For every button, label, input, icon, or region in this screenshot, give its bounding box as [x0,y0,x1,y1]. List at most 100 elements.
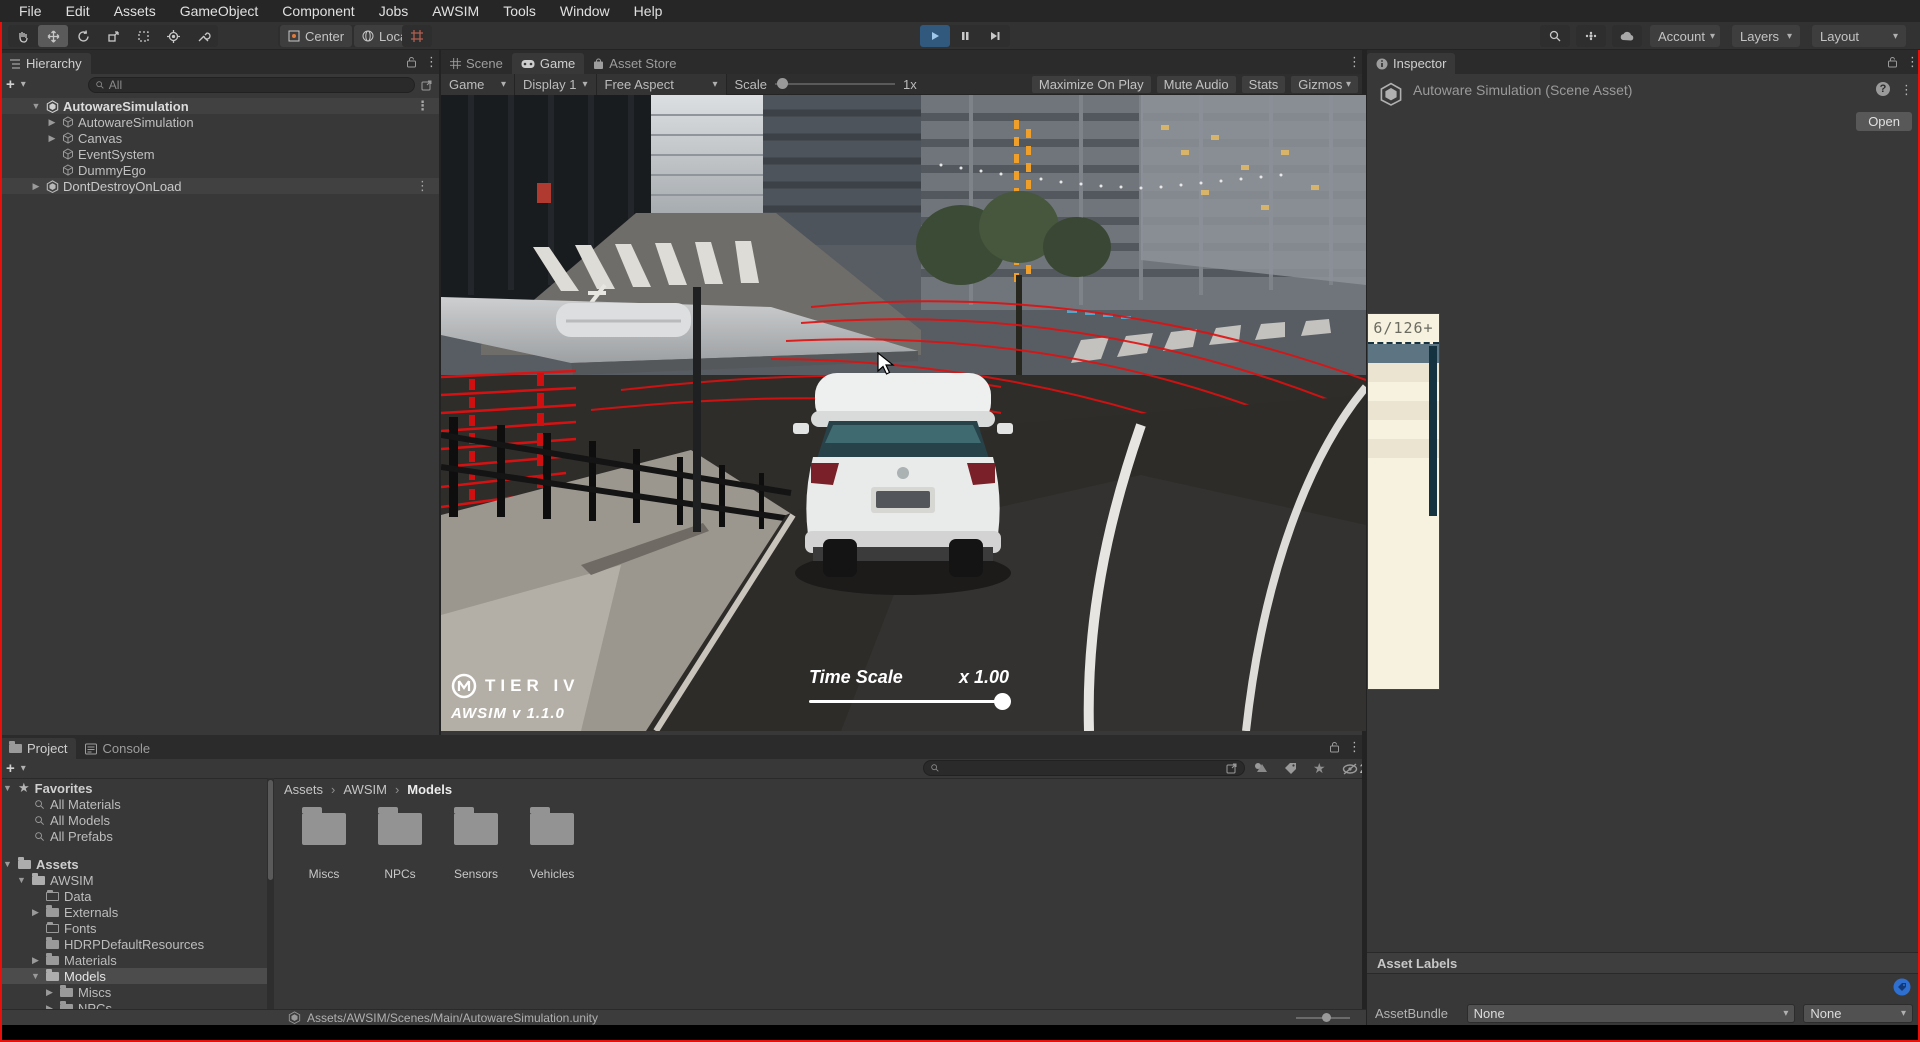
display-mode-dropdown[interactable]: Game▾ [441,74,515,95]
layout-dropdown[interactable]: Layout▾ [1812,25,1906,47]
tab-console[interactable]: Console [76,738,159,759]
transform-tool-button[interactable] [158,25,188,47]
folder-tile-npcs[interactable]: NPCs [362,813,438,881]
kebab-menu-icon[interactable]: ⋮ [416,178,429,194]
pivot-center-button[interactable]: Center [280,25,352,47]
foldout-open-icon[interactable]: ▼ [2,859,13,869]
favorite-search-row[interactable]: All Prefabs [0,828,267,844]
label-tag-icon[interactable] [1284,762,1297,775]
hierarchy-row[interactable]: EventSystem [0,146,439,162]
caret-down-icon[interactable]: ▾ [21,763,26,774]
editor-search-button[interactable] [1540,25,1570,47]
tree-row-hdrp[interactable]: HDRPDefaultResources [0,936,267,952]
help-icon[interactable]: ? [1876,82,1890,96]
hierarchy-row[interactable]: ▶ Canvas [0,130,439,146]
foldout-closed-icon[interactable]: ▶ [30,955,41,966]
popup-scrollbar[interactable] [1429,346,1437,516]
caret-down-icon[interactable]: ▾ [21,79,26,90]
account-dropdown[interactable]: Account▾ [1650,25,1720,47]
layers-dropdown[interactable]: Layers▾ [1732,25,1800,47]
kebab-menu-icon[interactable]: ⋮ [1906,54,1916,70]
favorite-search-row[interactable]: All Models [0,812,267,828]
tree-row-npcs[interactable]: ▶ NPCs [0,1000,267,1009]
aspect-dropdown[interactable]: Free Aspect▾ [597,74,727,95]
kebab-menu-icon[interactable]: ⋮ [1348,54,1358,70]
hierarchy-row[interactable]: ▶ AutowareSimulation [0,114,439,130]
project-search-input[interactable] [923,760,1245,776]
progress-activity-button[interactable] [1576,25,1606,47]
tree-row-models[interactable]: ▼ Models [0,968,267,984]
foldout-open-icon[interactable]: ▼ [2,783,13,793]
breadcrumb-awsim[interactable]: AWSIM [343,782,387,797]
hierarchy-search-input[interactable]: All [88,77,415,93]
tree-row-assets[interactable]: ▼ Assets [0,856,267,872]
scale-tool-button[interactable] [98,25,128,47]
grid-snap-button[interactable] [402,25,432,47]
favorites-row[interactable]: ▼ ★ Favorites [0,780,267,796]
scale-slider[interactable] [775,83,895,85]
lock-icon[interactable] [1329,741,1340,754]
menu-component[interactable]: Component [271,0,365,22]
play-button[interactable] [920,25,950,47]
menu-jobs[interactable]: Jobs [368,0,420,22]
foldout-closed-icon[interactable]: ▶ [46,117,58,128]
label-tag-icon[interactable] [1893,978,1911,996]
scrollbar-thumb[interactable] [268,780,273,880]
hierarchy-row-dontdestroy[interactable]: ▶ DontDestroyOnLoad ⋮ [0,178,439,194]
menu-window[interactable]: Window [549,0,621,22]
scale-slider-knob[interactable] [777,78,788,89]
tab-game[interactable]: Game [512,53,584,74]
hand-tool-button[interactable] [8,25,38,47]
cloud-button[interactable] [1612,25,1642,47]
tab-hierarchy[interactable]: Hierarchy [0,53,91,74]
move-tool-button[interactable] [38,25,68,47]
pause-button[interactable] [950,25,980,47]
thumbnail-size-slider[interactable] [1296,1017,1350,1019]
rect-tool-button[interactable] [128,25,158,47]
menu-assets[interactable]: Assets [103,0,167,22]
step-button[interactable] [980,25,1010,47]
kebab-menu-icon[interactable]: ⋮ [1900,82,1910,98]
menu-awsim[interactable]: AWSIM [421,0,490,22]
tab-project[interactable]: Project [0,738,76,759]
tab-asset-store[interactable]: Asset Store [584,53,685,74]
assetbundle-variant-dropdown[interactable]: None▾ [1803,1004,1913,1023]
tree-row-externals[interactable]: ▶ Externals [0,904,267,920]
folder-tile-miscs[interactable]: Miscs [286,813,362,881]
tab-inspector[interactable]: Inspector [1367,53,1455,74]
tree-row-miscs[interactable]: ▶ Miscs [0,984,267,1000]
hierarchy-row-scene[interactable]: ▼ AutowareSimulation ⋮ [0,98,439,114]
menu-edit[interactable]: Edit [55,0,101,22]
foldout-open-icon[interactable]: ▼ [16,875,27,885]
tree-row-data[interactable]: Data [0,888,267,904]
custom-tool-button[interactable] [188,25,218,47]
display-dropdown[interactable]: Display 1▾ [515,74,597,95]
maximize-on-play-button[interactable]: Maximize On Play [1032,76,1151,93]
folder-tile-sensors[interactable]: Sensors [438,813,514,881]
kebab-menu-icon[interactable]: ⋮ [416,98,429,114]
menu-gameobject[interactable]: GameObject [169,0,270,22]
foldout-closed-icon[interactable]: ▶ [30,907,41,918]
hidden-count-eye-icon[interactable] [1342,763,1358,775]
foldout-closed-icon[interactable]: ▶ [44,987,55,998]
kebab-menu-icon[interactable]: ⋮ [1348,739,1358,755]
favorites-star-icon[interactable]: ★ [1313,760,1326,777]
add-button[interactable]: + [6,760,15,777]
tab-scene[interactable]: Scene [441,53,512,74]
mute-audio-button[interactable]: Mute Audio [1157,76,1236,93]
breadcrumb-assets[interactable]: Assets [284,782,323,797]
search-by-type-icon[interactable] [1253,762,1268,776]
folder-tile-vehicles[interactable]: Vehicles [514,813,590,881]
open-button[interactable]: Open [1856,112,1912,131]
lock-icon[interactable] [1887,56,1898,69]
favorite-search-row[interactable]: All Materials [0,796,267,812]
slider-knob[interactable] [1322,1013,1331,1022]
search-window-icon[interactable] [1226,762,1238,774]
rotate-tool-button[interactable] [68,25,98,47]
tree-row-fonts[interactable]: Fonts [0,920,267,936]
tree-row-materials[interactable]: ▶ Materials [0,952,267,968]
menu-file[interactable]: File [8,0,53,22]
gizmos-dropdown[interactable]: Gizmos ▾ [1291,76,1358,93]
foldout-closed-icon[interactable]: ▶ [46,133,58,144]
hierarchy-row[interactable]: DummyEgo [0,162,439,178]
